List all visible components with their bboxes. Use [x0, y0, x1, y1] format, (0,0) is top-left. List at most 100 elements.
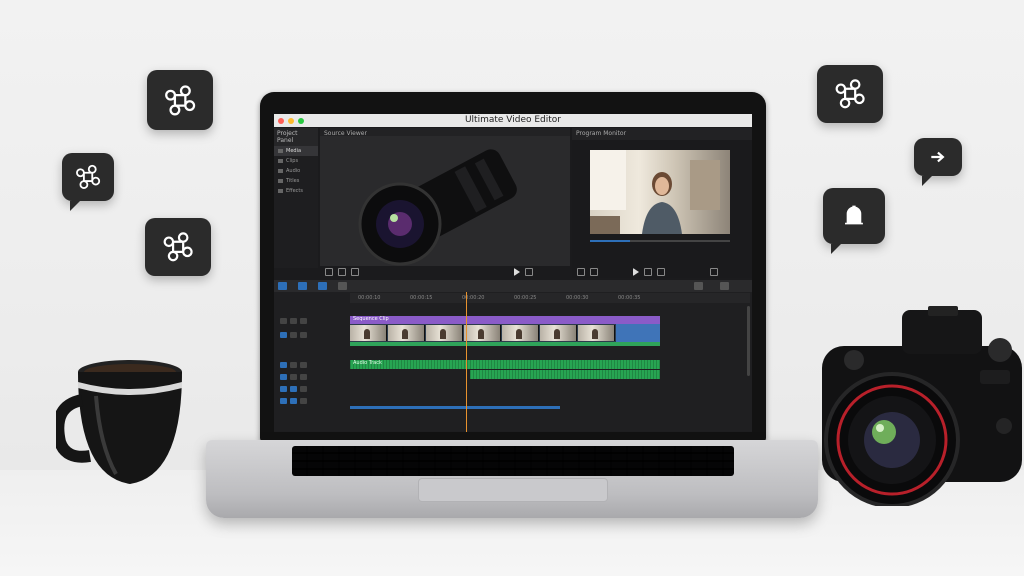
bin-item-effects[interactable]: Effects [274, 186, 318, 196]
zoom-button[interactable] [694, 282, 703, 290]
program-controls [572, 266, 752, 278]
bin-item-audio[interactable]: Audio [274, 166, 318, 176]
lock-icon[interactable] [280, 318, 287, 324]
bin-item-media[interactable]: Media [274, 146, 318, 156]
track-header-a1 [274, 360, 350, 370]
track-header-a2 [274, 372, 350, 382]
clip-thumbnail [464, 325, 501, 341]
clip-thumbnail [540, 325, 577, 341]
eye-icon[interactable] [290, 332, 297, 338]
ruler-tick: 00:00:25 [514, 295, 537, 301]
mute-icon[interactable] [300, 362, 307, 368]
mute-icon[interactable] [300, 374, 307, 380]
solo-icon[interactable] [290, 398, 297, 404]
solo-icon[interactable] [290, 362, 297, 368]
bin-item-titles[interactable]: Titles [274, 176, 318, 186]
lens-image [320, 136, 570, 266]
program-monitor-header: Program Monitor [572, 128, 752, 140]
clip-thumbnail [426, 325, 463, 341]
lock-icon[interactable] [280, 362, 287, 368]
folder-icon [278, 179, 283, 183]
command-key-icon [817, 65, 883, 123]
track-header-v2 [274, 316, 350, 326]
audio-clip-2[interactable] [470, 370, 660, 379]
track-header-v1 [274, 330, 350, 340]
clip-thumbnail [578, 325, 615, 341]
folder-icon [278, 149, 283, 153]
video-clip[interactable] [350, 324, 660, 342]
folder-icon [278, 159, 283, 163]
command-key-icon [145, 218, 211, 276]
mute-icon[interactable] [300, 398, 307, 404]
lock-icon[interactable] [280, 374, 287, 380]
playhead[interactable] [466, 292, 467, 432]
folder-icon [278, 189, 283, 193]
track-header-a3 [274, 384, 350, 394]
track-header-a4 [274, 396, 350, 406]
lock-icon[interactable] [280, 386, 287, 392]
ruler-tick: 00:00:15 [410, 295, 433, 301]
dslr-camera [822, 306, 1022, 506]
clip-thumbnail [350, 325, 387, 341]
program-monitor[interactable]: Program Monitor [572, 128, 752, 278]
source-viewer[interactable]: Source Viewer [320, 128, 570, 266]
folder-icon [278, 169, 283, 173]
mark-out-button[interactable] [338, 268, 346, 276]
timeline-toolbar [274, 280, 752, 292]
mute-icon[interactable] [300, 332, 307, 338]
export-frame-button[interactable] [657, 268, 665, 276]
app-title: Ultimate Video Editor [464, 115, 562, 125]
step-forward-button[interactable] [644, 268, 652, 276]
clip-segment-blue[interactable] [616, 324, 660, 342]
editor-window: Ultimate Video Editor Project Panel Medi… [274, 114, 752, 432]
time-ruler[interactable]: 00:00:10 00:00:15 00:00:20 00:00:25 00:0… [350, 293, 750, 303]
arrow-right-icon [914, 138, 962, 186]
snap-toggle-button[interactable] [338, 282, 347, 290]
timeline-scrollbar[interactable] [747, 306, 750, 376]
step-back-button[interactable] [351, 268, 359, 276]
trackpad [418, 478, 608, 502]
selection-tool-button[interactable] [278, 282, 287, 290]
play-icon[interactable] [633, 268, 639, 276]
mute-icon[interactable] [300, 386, 307, 392]
program-frame-image [590, 150, 730, 234]
razor-tool-button[interactable] [318, 282, 327, 290]
adjustment-layer-clip[interactable] [350, 406, 560, 409]
source-controls [320, 266, 580, 278]
solo-icon[interactable] [290, 386, 297, 392]
insert-button[interactable] [525, 268, 533, 276]
play-icon[interactable] [514, 268, 520, 276]
timeline-menu-button[interactable] [720, 282, 729, 290]
laptop-screen: Ultimate Video Editor Project Panel Medi… [260, 92, 766, 442]
ruler-tick: 00:00:10 [358, 295, 381, 301]
ruler-tick: 00:00:30 [566, 295, 589, 301]
eye-icon[interactable] [290, 318, 297, 324]
project-panel-header: Project Panel [274, 128, 318, 146]
ripple-tool-button[interactable] [298, 282, 307, 290]
bell-icon [823, 188, 885, 254]
mark-in-button[interactable] [325, 268, 333, 276]
command-key-icon [62, 153, 114, 211]
keyboard [292, 446, 734, 476]
command-key-icon [147, 70, 213, 130]
lock-icon[interactable] [280, 332, 287, 338]
video-clip-bar [350, 342, 660, 346]
step-back-button[interactable] [577, 268, 585, 276]
clip-thumbnail [388, 325, 425, 341]
bin-item-clips[interactable]: Clips [274, 156, 318, 166]
lock-icon[interactable] [280, 398, 287, 404]
audio-clip-1[interactable]: Audio Track [350, 360, 660, 369]
clip-thumbnail [502, 325, 539, 341]
ruler-tick: 00:00:35 [618, 295, 641, 301]
title-clip[interactable]: Sequence Clip [350, 316, 660, 324]
project-panel: Project Panel Media Clips Audio Titles E… [274, 128, 318, 268]
program-scrubber[interactable] [590, 240, 730, 242]
laptop-base [206, 440, 818, 518]
title-bar: Ultimate Video Editor [274, 114, 752, 127]
solo-icon[interactable] [290, 374, 297, 380]
loop-button[interactable] [590, 268, 598, 276]
timeline-panel[interactable]: 00:00:10 00:00:15 00:00:20 00:00:25 00:0… [274, 280, 752, 432]
settings-icon[interactable] [710, 268, 718, 276]
coffee-mug [56, 360, 182, 484]
mute-icon[interactable] [300, 318, 307, 324]
